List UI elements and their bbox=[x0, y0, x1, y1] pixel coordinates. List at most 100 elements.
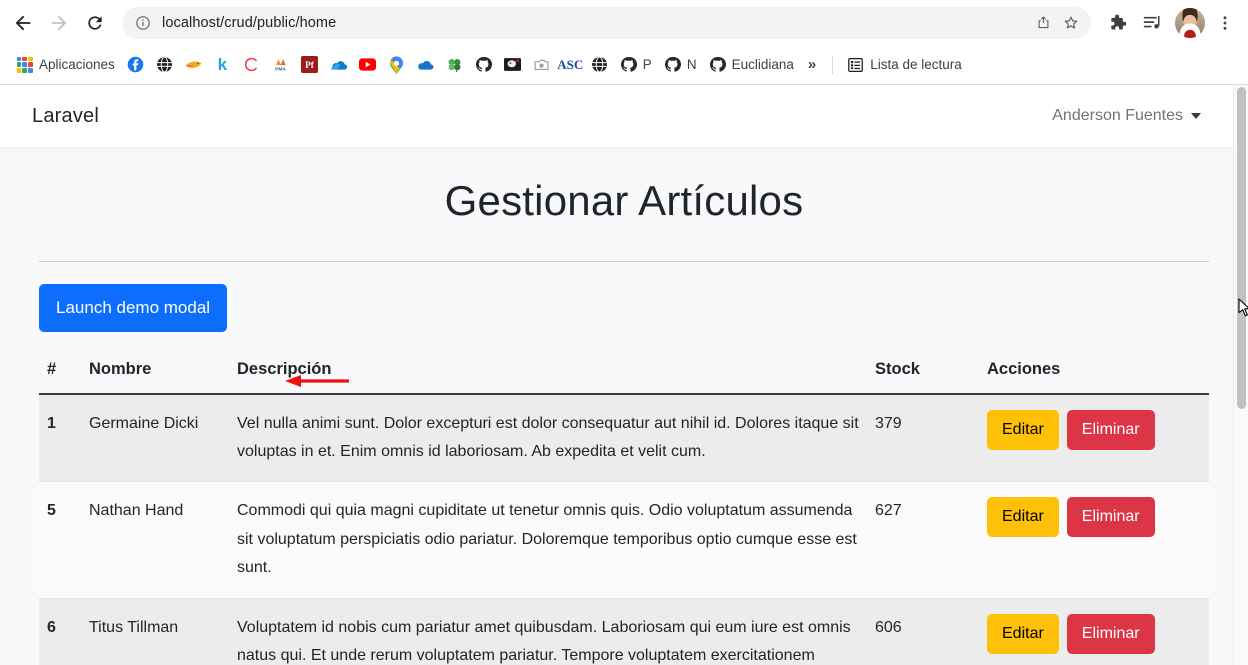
url-text: localhost/crud/public/home bbox=[162, 14, 337, 31]
orange-bird-icon bbox=[185, 56, 202, 73]
forward-arrow-icon bbox=[51, 15, 67, 30]
github-icon bbox=[664, 56, 681, 73]
edit-button[interactable]: Editar bbox=[987, 613, 1059, 654]
cell-name: Titus Tillman bbox=[81, 598, 229, 665]
bookmarks-overflow-button[interactable]: » bbox=[800, 54, 824, 75]
browser-toolbar: localhost/crud/public/home bbox=[0, 0, 1248, 45]
youtube-icon bbox=[358, 56, 376, 73]
bookmark-onedrive[interactable] bbox=[324, 52, 353, 77]
bookmark-kotlin[interactable]: k bbox=[208, 52, 237, 77]
cell-actions: Editar Eliminar bbox=[979, 481, 1209, 599]
cell-id: 1 bbox=[39, 393, 81, 483]
red-c-icon bbox=[243, 56, 260, 73]
bookmark-label-n: N bbox=[686, 57, 697, 72]
cell-description: Commodi qui quia magni cupiditate ut ten… bbox=[229, 481, 867, 599]
cell-stock: 627 bbox=[867, 481, 979, 599]
extensions-button[interactable] bbox=[1102, 8, 1132, 38]
reading-list-icon bbox=[847, 56, 864, 73]
bookmark-globe-2[interactable] bbox=[585, 52, 614, 77]
browser-chrome: localhost/crud/public/home Aplicaciones … bbox=[0, 0, 1248, 85]
cell-description: Voluptatem id nobis cum pariatur amet qu… bbox=[229, 598, 867, 665]
share-icon[interactable] bbox=[1029, 9, 1057, 37]
bookmarks-bar: Aplicaciones k PMA Pf ASC P N Euclidiana… bbox=[0, 45, 1248, 85]
cell-actions: Editar Eliminar bbox=[979, 598, 1209, 665]
media-playlist-icon bbox=[1143, 16, 1159, 29]
bookmark-github-1[interactable] bbox=[469, 52, 498, 77]
reading-list-label: Lista de lectura bbox=[870, 57, 962, 72]
edit-button[interactable]: Editar bbox=[987, 409, 1059, 450]
bookmarks-divider bbox=[832, 55, 834, 74]
bookmark-bird[interactable] bbox=[179, 52, 208, 77]
bookmark-gray-camera[interactable] bbox=[527, 52, 556, 77]
phpmyadmin-icon: PMA bbox=[272, 56, 289, 73]
profile-avatar[interactable] bbox=[1175, 7, 1205, 38]
bookmark-asc[interactable]: ASC bbox=[556, 52, 585, 77]
globe-dark-icon bbox=[591, 56, 608, 73]
back-button[interactable] bbox=[6, 6, 40, 40]
bookmark-clover[interactable] bbox=[440, 52, 469, 77]
onedrive-cloud-icon bbox=[330, 56, 347, 73]
title-divider bbox=[39, 261, 1209, 262]
bookmark-dark-photo[interactable] bbox=[498, 52, 527, 77]
bookmark-github-p[interactable]: P bbox=[614, 52, 658, 77]
facebook-icon bbox=[127, 56, 144, 73]
blue-cloud-icon bbox=[417, 56, 434, 73]
reload-button[interactable] bbox=[78, 6, 112, 40]
column-header-description: Descripción bbox=[229, 349, 867, 395]
avatar-photo bbox=[1175, 7, 1205, 38]
bookmark-blue-cloud[interactable] bbox=[411, 52, 440, 77]
bookmark-youtube[interactable] bbox=[353, 52, 382, 77]
reading-list-button[interactable]: Lista de lectura bbox=[841, 52, 968, 77]
forward-button[interactable] bbox=[42, 6, 76, 40]
delete-button[interactable]: Eliminar bbox=[1066, 613, 1155, 654]
green-clover-icon bbox=[446, 56, 463, 73]
navbar-user-menu[interactable]: Anderson Fuentes bbox=[1052, 107, 1201, 125]
table-head: # Nombre Descripción Stock Acciones bbox=[39, 349, 1209, 395]
bookmark-red-c[interactable] bbox=[237, 52, 266, 77]
bookmark-globe-1[interactable] bbox=[150, 52, 179, 77]
edit-button[interactable]: Editar bbox=[987, 497, 1059, 538]
delete-button[interactable]: Eliminar bbox=[1066, 497, 1155, 538]
user-name-label: Anderson Fuentes bbox=[1052, 107, 1183, 124]
page-container: Gestionar Artículos Launch demo modal # … bbox=[39, 147, 1209, 665]
brand-laravel[interactable]: Laravel bbox=[32, 105, 99, 128]
column-header-id: # bbox=[39, 349, 81, 395]
github-icon bbox=[709, 56, 726, 73]
globe-dark-icon bbox=[156, 56, 173, 73]
page-title: Gestionar Artículos bbox=[444, 177, 804, 224]
column-header-name: Nombre bbox=[81, 349, 229, 395]
chevron-down-icon bbox=[1191, 113, 1201, 119]
cell-id: 6 bbox=[39, 598, 81, 665]
scrollbar-thumb[interactable] bbox=[1237, 87, 1246, 409]
table-body: 1 Germaine Dicki Vel nulla animi sunt. D… bbox=[39, 393, 1209, 665]
github-icon bbox=[620, 56, 637, 73]
svg-text:Pf: Pf bbox=[305, 60, 315, 70]
bookmark-github-n[interactable]: N bbox=[658, 52, 703, 77]
chrome-menu-button[interactable] bbox=[1210, 8, 1240, 38]
table-row: 6 Titus Tillman Voluptatem id nobis cum … bbox=[39, 598, 1209, 665]
gray-camera-icon bbox=[533, 56, 550, 73]
bookmark-apps-label: Aplicaciones bbox=[39, 57, 115, 72]
bookmark-facebook[interactable] bbox=[121, 52, 150, 77]
bookmark-github-euclidiana[interactable]: Euclidiana bbox=[703, 52, 800, 77]
site-info-icon[interactable] bbox=[134, 14, 152, 32]
table-row: 5 Nathan Hand Commodi qui quia magni cup… bbox=[39, 481, 1209, 599]
asc-text-icon: ASC bbox=[557, 56, 584, 72]
page-scrollbar[interactable] bbox=[1233, 85, 1248, 665]
media-playlist-button[interactable] bbox=[1137, 8, 1167, 38]
bookmark-google-maps[interactable] bbox=[382, 52, 411, 77]
bookmark-apps[interactable]: Aplicaciones bbox=[10, 52, 121, 77]
google-maps-pin-icon bbox=[388, 55, 405, 74]
bookmark-pf[interactable]: Pf bbox=[295, 52, 324, 77]
launch-demo-modal-button[interactable]: Launch demo modal bbox=[39, 284, 228, 332]
delete-button[interactable]: Eliminar bbox=[1066, 409, 1155, 450]
bookmark-label-euclidiana: Euclidiana bbox=[731, 57, 794, 72]
address-bar[interactable]: localhost/crud/public/home bbox=[122, 6, 1091, 39]
bookmark-label-p: P bbox=[642, 57, 652, 72]
bookmark-phpmyadmin[interactable]: PMA bbox=[266, 52, 295, 77]
bookmark-star-icon[interactable] bbox=[1057, 9, 1085, 37]
dark-photo-icon bbox=[503, 56, 521, 73]
back-arrow-icon bbox=[15, 15, 31, 30]
toolbar-row: Launch demo modal bbox=[39, 284, 1209, 332]
github-icon bbox=[475, 56, 492, 73]
